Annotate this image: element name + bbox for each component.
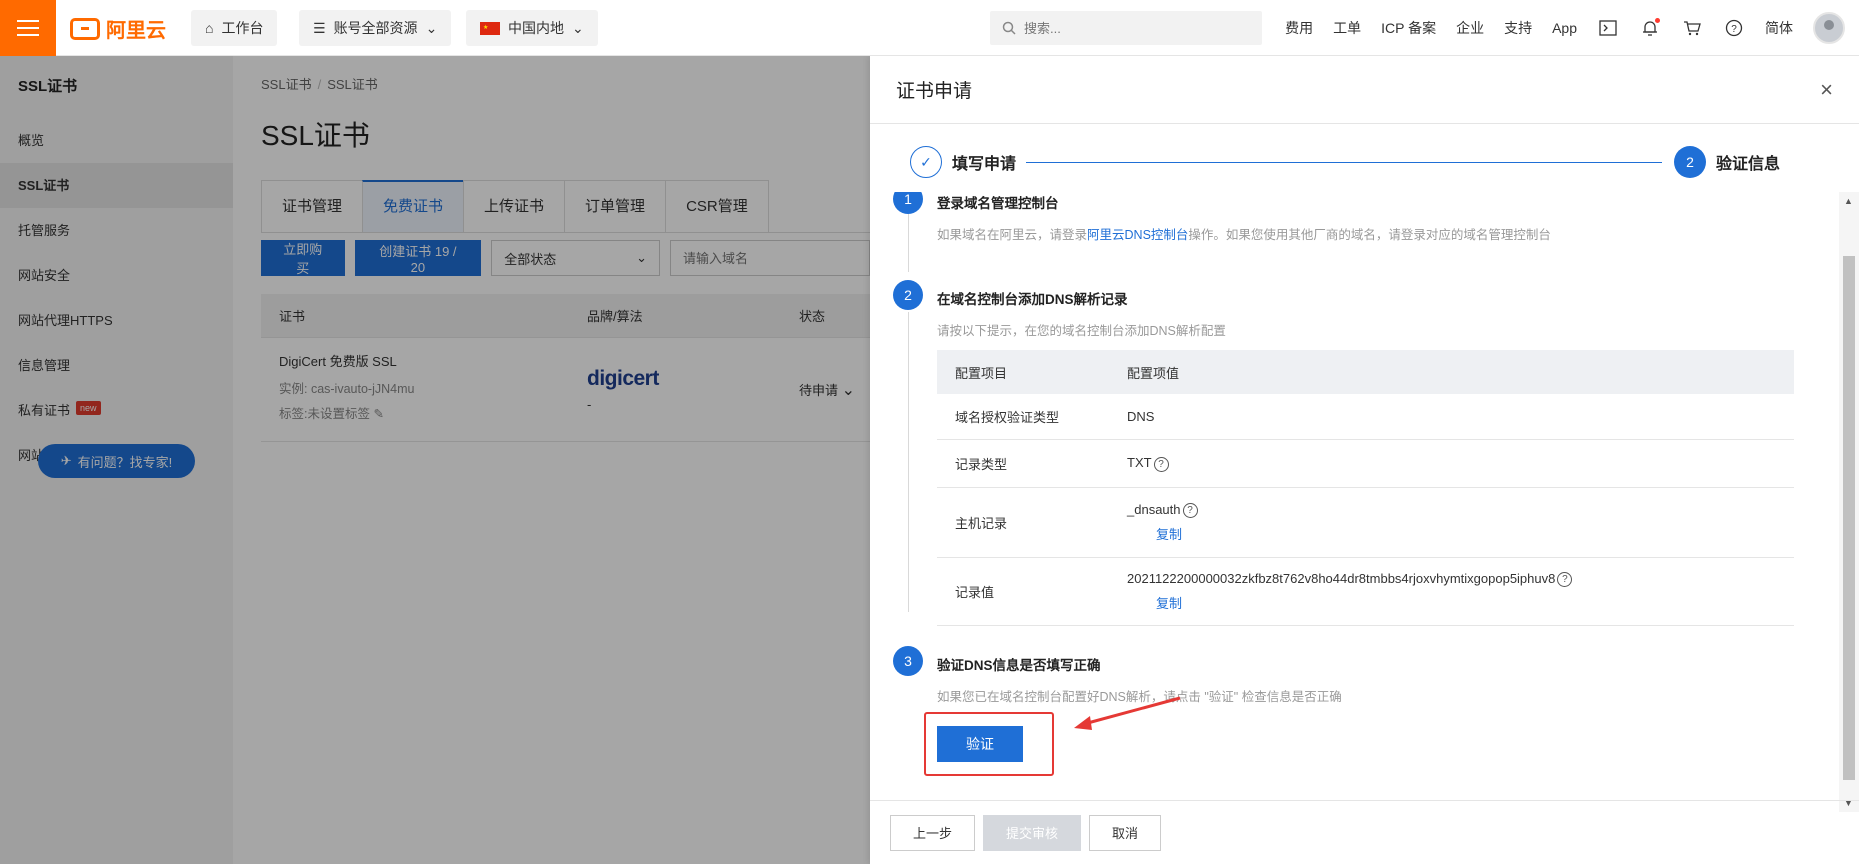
chevron-down-icon: ⌄ xyxy=(425,19,438,36)
check-icon: ✓ xyxy=(910,146,942,178)
config-key: 域名授权验证类型 xyxy=(955,410,1060,425)
drawer-scrollbar[interactable]: ▲ ▼ xyxy=(1839,192,1859,812)
nav-link-tickets[interactable]: 工单 xyxy=(1333,18,1361,38)
resources-icon: ☰ xyxy=(313,19,326,36)
nav-link-enterprise[interactable]: 企业 xyxy=(1456,18,1484,38)
notification-dot xyxy=(1655,18,1660,23)
cart-icon[interactable] xyxy=(1681,17,1703,39)
config-key: 记录类型 xyxy=(955,457,1008,472)
user-avatar[interactable] xyxy=(1813,12,1845,44)
config-value: 2021122200000032zkfbz8t762v8ho44dr8tmbbs… xyxy=(1127,570,1556,586)
column-header: 配置项值 xyxy=(1127,365,1180,381)
question-icon[interactable]: ? xyxy=(1557,572,1573,588)
cert-apply-drawer: 证书申请 × ✓ 填写申请 2 验证信息 1 登录域名管理控制台 如果域名在阿里… xyxy=(870,56,1859,864)
chevron-down-icon: ⌄ xyxy=(572,19,584,36)
nav-link-fees[interactable]: 费用 xyxy=(1285,18,1313,38)
highlight-box xyxy=(924,712,1054,776)
section-number: 1 xyxy=(893,192,923,214)
table-row: 记录值 2021122200000032zkfbz8t762v8ho44dr8t… xyxy=(937,558,1794,626)
logo-icon xyxy=(70,17,100,40)
drawer-footer: 上一步 提交审核 取消 xyxy=(870,800,1859,864)
config-value-cell: 2021122200000032zkfbz8t762v8ho44dr8tmbbs… xyxy=(1127,571,1794,612)
step-2-label: 验证信息 xyxy=(1715,156,1780,173)
question-icon[interactable]: ? xyxy=(1153,456,1169,472)
config-key: 主机记录 xyxy=(955,516,1008,531)
table-row: 记录类型 TXT? xyxy=(937,440,1794,488)
nav-link-app[interactable]: App xyxy=(1552,20,1577,36)
config-key: 记录值 xyxy=(955,585,995,600)
desc-text: 如果域名在阿里云，请登录 xyxy=(937,228,1088,242)
section-title: 验证DNS信息是否填写正确 xyxy=(937,658,1101,673)
section-title: 在域名控制台添加DNS解析记录 xyxy=(937,292,1128,307)
home-icon: ⌂ xyxy=(205,20,214,36)
config-value-cell: _dnsauth? 复制 xyxy=(1127,502,1794,543)
nav-link-support[interactable]: 支持 xyxy=(1504,18,1532,38)
step-connector-line xyxy=(908,212,909,272)
top-navbar: 阿里云 ⌂ 工作台 ☰ 账号全部资源 ⌄ ★ 中国内地 ⌄ 费用 工单 ICP … xyxy=(0,0,1859,56)
config-value: DNS xyxy=(1127,409,1155,424)
cancel-button[interactable]: 取消 xyxy=(1089,814,1162,851)
workbench-label: 工作台 xyxy=(221,20,264,36)
terminal-icon[interactable] xyxy=(1597,17,1619,39)
submit-review-button[interactable]: 提交审核 xyxy=(983,814,1082,851)
nav-link-icp[interactable]: ICP 备案 xyxy=(1381,18,1436,38)
dns-console-link[interactable]: 阿里云DNS控制台 xyxy=(1087,228,1188,242)
config-value-cell: TXT? xyxy=(1127,455,1794,472)
svg-text:?: ? xyxy=(1731,24,1737,35)
arrow-annotation-icon xyxy=(1074,696,1181,730)
scroll-up-icon[interactable]: ▲ xyxy=(1844,196,1853,206)
nav-links: 费用 工单 ICP 备案 企业 支持 App ? 简体 xyxy=(1285,0,1859,56)
scrollbar-thumb[interactable] xyxy=(1843,256,1855,780)
table-header: 配置项目 配置项值 xyxy=(937,350,1794,394)
section-number: 2 xyxy=(893,280,923,310)
resources-dropdown[interactable]: ☰ 账号全部资源 ⌄ xyxy=(299,10,452,46)
step-connector xyxy=(1026,161,1662,163)
china-flag-icon: ★ xyxy=(480,21,500,35)
aliyun-logo[interactable]: 阿里云 xyxy=(70,14,166,43)
prev-step-button[interactable]: 上一步 xyxy=(890,814,976,851)
column-header: 配置项目 xyxy=(955,365,1008,381)
section-number: 3 xyxy=(893,646,923,676)
drawer-header: 证书申请 × xyxy=(870,56,1859,124)
stepper: ✓ 填写申请 2 验证信息 xyxy=(910,142,1790,182)
region-label: 中国内地 xyxy=(508,20,564,36)
search-box[interactable] xyxy=(990,11,1262,45)
region-dropdown[interactable]: ★ 中国内地 ⌄ xyxy=(466,10,598,46)
step-2-number: 2 xyxy=(1673,146,1706,178)
table-row: 域名授权验证类型 DNS xyxy=(937,394,1794,440)
close-icon[interactable]: × xyxy=(1820,77,1833,103)
resources-label: 账号全部资源 xyxy=(333,20,418,36)
desc-text: 操作。如果您使用其他厂商的域名，请登录对应的域名管理控制台 xyxy=(1188,228,1551,242)
section-title: 登录域名管理控制台 xyxy=(937,196,1059,211)
bell-icon[interactable] xyxy=(1639,17,1661,39)
table-row: 主机记录 _dnsauth? 复制 xyxy=(937,488,1794,558)
section-desc: 请按以下提示，在您的域名控制台添加DNS解析配置 xyxy=(937,324,1226,338)
dns-config-table: 配置项目 配置项值 域名授权验证类型 DNS 记录类型 TXT? 主机记录 _d… xyxy=(937,350,1794,626)
copy-host-button[interactable]: 复制 xyxy=(1156,524,1794,543)
drawer-title: 证书申请 xyxy=(896,81,973,102)
help-icon[interactable]: ? xyxy=(1723,17,1745,39)
search-input[interactable] xyxy=(1024,20,1244,36)
section-desc: 如果域名在阿里云，请登录阿里云DNS控制台操作。如果您使用其他厂商的域名，请登录… xyxy=(937,224,1551,243)
modal-overlay[interactable] xyxy=(0,56,870,864)
menu-icon[interactable] xyxy=(0,0,56,56)
step-1-label: 填写申请 xyxy=(952,156,1017,173)
question-icon[interactable]: ? xyxy=(1182,503,1198,519)
workbench-button[interactable]: ⌂ 工作台 xyxy=(191,10,278,46)
config-value: _dnsauth xyxy=(1127,501,1181,517)
drawer-scroll-area[interactable]: 1 登录域名管理控制台 如果域名在阿里云，请登录阿里云DNS控制台操作。如果您使… xyxy=(870,192,1840,812)
copy-record-button[interactable]: 复制 xyxy=(1156,593,1794,612)
step-connector-line xyxy=(908,312,909,612)
language-switch[interactable]: 简体 xyxy=(1765,18,1793,38)
config-value: TXT xyxy=(1127,455,1152,471)
logo-text: 阿里云 xyxy=(106,20,166,42)
search-icon xyxy=(1002,21,1016,35)
